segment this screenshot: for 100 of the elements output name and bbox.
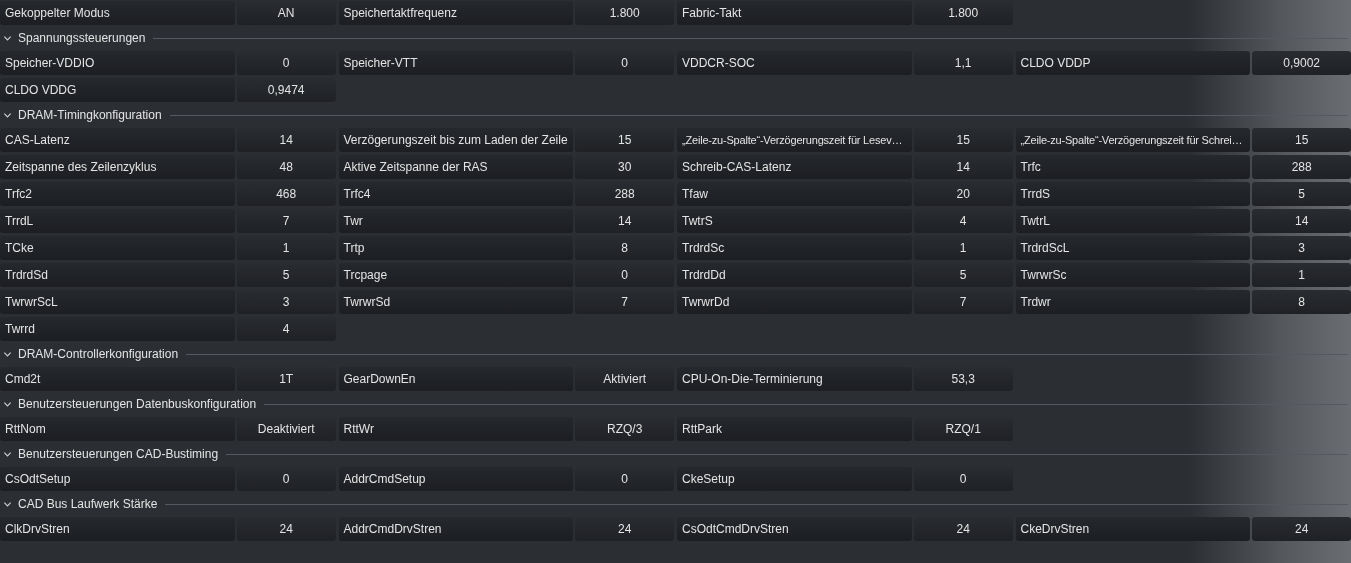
- value-field[interactable]: 288: [1252, 155, 1351, 179]
- value-field[interactable]: 1,1: [913, 51, 1013, 75]
- setting-label: CkeDrvStren: [1020, 522, 1090, 536]
- setting-label: RttNom: [5, 422, 46, 436]
- value-field[interactable]: 1: [236, 236, 336, 260]
- section-toggle[interactable]: Spannungssteuerungen: [0, 31, 154, 45]
- setting-label: Tfaw: [682, 187, 708, 201]
- value-field[interactable]: 7: [575, 290, 674, 314]
- value-field[interactable]: 8: [575, 236, 674, 260]
- setting-label: TrrdS: [1020, 187, 1051, 201]
- setting-label: CsOdtSetup: [5, 472, 71, 486]
- setting-label: AddrCmdSetup: [343, 472, 426, 486]
- value-field[interactable]: Deaktiviert: [236, 417, 336, 441]
- setting-label: Twrrd: [5, 322, 35, 336]
- value-field[interactable]: 468: [236, 182, 336, 206]
- value-field[interactable]: 8: [1252, 290, 1351, 314]
- setting-label: TwrwrSd: [343, 295, 391, 309]
- value-field[interactable]: 0: [236, 51, 336, 75]
- setting-label: Trfc: [1020, 160, 1041, 174]
- setting-label: CLDO VDDG: [5, 83, 77, 97]
- setting-label: TrrdL: [5, 214, 34, 228]
- setting-label: „Zeile-zu-Spalte“-Verzögerungszeit für Schrei…: [1020, 134, 1243, 146]
- setting-label: TrdrdScL: [1020, 241, 1070, 255]
- value-field[interactable]: 1: [913, 236, 1013, 260]
- value-field[interactable]: 288: [575, 182, 674, 206]
- setting-label: CPU-On-Die-Terminierung: [682, 372, 823, 386]
- value-field[interactable]: 20: [913, 182, 1013, 206]
- value-field[interactable]: 0: [236, 467, 336, 491]
- value-field[interactable]: 7: [913, 290, 1013, 314]
- value-field[interactable]: 3: [1252, 236, 1351, 260]
- setting-label: Aktive Zeitspanne der RAS: [343, 160, 488, 174]
- value-field[interactable]: 5: [236, 263, 336, 287]
- value-field[interactable]: 24: [1252, 517, 1351, 541]
- value-field[interactable]: 1.800: [913, 1, 1013, 25]
- setting-label: Speicher-VDDIO: [5, 56, 95, 70]
- setting-label: Fabric-Takt: [682, 6, 742, 20]
- value-field[interactable]: 0: [913, 467, 1013, 491]
- section-toggle[interactable]: CAD Bus Laufwerk Stärke: [0, 497, 166, 511]
- setting-label: ClkDrvStren: [5, 522, 70, 536]
- setting-label: Trcpage: [343, 268, 388, 282]
- setting-label: Trdwr: [1020, 295, 1051, 309]
- value-field[interactable]: 48: [236, 155, 336, 179]
- value-field[interactable]: 0: [575, 467, 674, 491]
- value-field[interactable]: 4: [913, 209, 1013, 233]
- setting-label: Trtp: [343, 241, 365, 255]
- value-field[interactable]: 24: [236, 517, 336, 541]
- value-field[interactable]: 3: [236, 290, 336, 314]
- value-field[interactable]: Aktiviert: [575, 367, 674, 391]
- setting-label: GearDownEn: [343, 372, 416, 386]
- value-field[interactable]: 4: [236, 317, 336, 341]
- setting-label: Speicher-VTT: [343, 56, 418, 70]
- setting-label: TrdrdSd: [5, 268, 48, 282]
- value-field[interactable]: 1: [1252, 263, 1351, 287]
- setting-label: TrdrdDd: [682, 268, 726, 282]
- setting-label: TwrwrDd: [682, 295, 730, 309]
- setting-label: RttPark: [682, 422, 722, 436]
- value-field[interactable]: 14: [575, 209, 674, 233]
- section-toggle[interactable]: DRAM-Timingkonfiguration: [0, 108, 170, 122]
- setting-label: TCke: [5, 241, 34, 255]
- section-toggle[interactable]: Benutzersteuerungen CAD-Bustiming: [0, 447, 227, 461]
- value-field[interactable]: 24: [575, 517, 674, 541]
- value-field[interactable]: 0: [575, 263, 674, 287]
- value-field[interactable]: AN: [236, 1, 336, 25]
- value-field[interactable]: 14: [1252, 209, 1351, 233]
- setting-label: TwrwrSc: [1020, 268, 1067, 282]
- setting-label: TwtrS: [682, 214, 713, 228]
- value-field[interactable]: 15: [1252, 128, 1351, 152]
- value-field[interactable]: 14: [913, 155, 1013, 179]
- section-toggle[interactable]: Benutzersteuerungen Datenbuskonfiguration: [0, 397, 265, 411]
- value-field[interactable]: 5: [913, 263, 1013, 287]
- setting-label: Speichertaktfrequenz: [343, 6, 457, 20]
- value-field[interactable]: 15: [575, 128, 674, 152]
- value-field[interactable]: 24: [913, 517, 1013, 541]
- value-field[interactable]: 0,9474: [236, 78, 336, 102]
- value-field[interactable]: 0: [575, 51, 674, 75]
- value-field[interactable]: 1.800: [575, 1, 674, 25]
- value-field[interactable]: 53,3: [913, 367, 1013, 391]
- setting-label: VDDCR-SOC: [682, 56, 755, 70]
- setting-label: Cmd2t: [5, 372, 41, 386]
- setting-label: Twr: [343, 214, 363, 228]
- value-field[interactable]: RZQ/3: [575, 417, 674, 441]
- setting-label: CkeSetup: [682, 472, 735, 486]
- setting-label: CsOdtCmdDrvStren: [682, 522, 789, 536]
- setting-label: CLDO VDDP: [1020, 56, 1091, 70]
- setting-label: Verzögerungszeit bis zum Laden der Zeile: [343, 133, 568, 147]
- setting-label: TwtrL: [1020, 214, 1050, 228]
- value-field[interactable]: 5: [1252, 182, 1351, 206]
- setting-label: AddrCmdDrvStren: [343, 522, 442, 536]
- value-field[interactable]: 30: [575, 155, 674, 179]
- value-field[interactable]: 0,9002: [1252, 51, 1351, 75]
- setting-label: Gekoppelter Modus: [5, 6, 110, 20]
- value-field[interactable]: RZQ/1: [913, 417, 1013, 441]
- section-toggle[interactable]: DRAM-Controllerkonfiguration: [0, 347, 187, 361]
- value-field[interactable]: 7: [236, 209, 336, 233]
- setting-label: Trfc2: [5, 187, 32, 201]
- setting-label: RttWr: [343, 422, 374, 436]
- value-field[interactable]: 14: [236, 128, 336, 152]
- value-field[interactable]: 15: [913, 128, 1013, 152]
- value-field[interactable]: 1T: [236, 367, 336, 391]
- setting-label: Zeitspanne des Zeilenzyklus: [5, 160, 157, 174]
